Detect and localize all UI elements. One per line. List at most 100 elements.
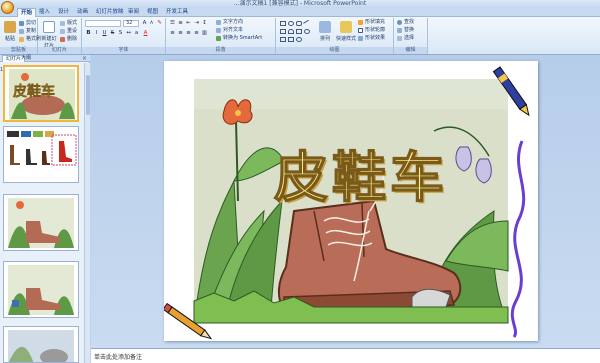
notes-pane[interactable]: 单击此处添加备注 — [91, 348, 600, 363]
reset-button[interactable]: 重设 — [60, 28, 77, 35]
arrange-icon — [319, 21, 331, 33]
shrink-font-button[interactable]: A — [148, 20, 155, 27]
ribbon-tab-bar: 开始 插入 设计 动画 幻灯片放映 审阅 视图 开发工具 — [0, 8, 600, 17]
text-direction-button[interactable]: 文字方向 — [216, 19, 243, 26]
clipboard-group-label: 剪贴板 — [0, 47, 37, 54]
tab-view[interactable]: 视图 — [144, 8, 161, 17]
tab-review[interactable]: 审阅 — [125, 8, 142, 17]
textbox-shape-icon[interactable] — [280, 29, 286, 34]
smartart-button[interactable]: 转换为 SmartArt — [216, 35, 262, 42]
underline-button[interactable]: U — [101, 30, 108, 37]
title-bar: ...演示文稿1 [兼容模式] - Microsoft PowerPoint — [0, 0, 600, 8]
new-slide-button[interactable]: 新建幻灯片 — [40, 20, 58, 49]
font-group-label: 字体 — [82, 47, 165, 54]
tab-design[interactable]: 设计 — [55, 8, 72, 17]
slides-group: 新建幻灯片 版式 重设 删除 幻灯片 — [38, 18, 82, 54]
slide-canvas[interactable]: 皮鞋车 — [164, 61, 538, 341]
clear-format-icon[interactable]: ✎ — [156, 20, 163, 27]
rectangle-shape-icon[interactable] — [280, 21, 286, 26]
window-title: ...演示文稿1 [兼容模式] - Microsoft PowerPoint — [233, 0, 367, 7]
layout-button[interactable]: 版式 — [60, 20, 77, 27]
thumbnail-4-image — [4, 262, 78, 317]
shadow-button[interactable]: S — [117, 30, 124, 37]
copy-button[interactable]: 复制 — [19, 28, 36, 35]
slide-thumbnail-5[interactable] — [3, 326, 79, 363]
align-text-button[interactable]: 对齐文本 — [216, 27, 243, 34]
panel-tabs: 幻灯片 大纲 × — [0, 55, 90, 62]
replace-button[interactable]: 替换 — [397, 27, 414, 34]
scrollbar-thumb[interactable] — [86, 75, 90, 115]
close-icon[interactable]: × — [82, 55, 87, 62]
thumbnail-2-image — [4, 127, 78, 182]
tab-insert[interactable]: 插入 — [36, 8, 53, 17]
office-button[interactable] — [1, 1, 14, 14]
fill-icon — [358, 20, 363, 25]
find-icon — [397, 20, 402, 25]
font-color-button[interactable]: A — [142, 30, 149, 37]
tab-developer[interactable]: 开发工具 — [163, 8, 191, 17]
outline-icon — [358, 28, 363, 33]
shape-outline-button[interactable]: 形状轮廓 — [358, 27, 385, 34]
quick-styles-button[interactable]: 快速样式 — [336, 20, 356, 46]
shape-fill-button[interactable]: 形状填充 — [358, 19, 385, 26]
delete-slide-button[interactable]: 删除 — [60, 36, 77, 43]
select-button[interactable]: 选择 — [397, 35, 414, 42]
bullets-button[interactable]: ☰ — [169, 20, 176, 27]
numbering-button[interactable]: ≡ — [177, 20, 184, 27]
editing-group-label: 编辑 — [394, 47, 427, 54]
arrange-button[interactable]: 排列 — [316, 20, 334, 46]
paragraph-group-label: 段落 — [166, 47, 275, 54]
reset-icon — [60, 29, 65, 34]
star-shape-icon[interactable] — [304, 29, 310, 34]
increase-indent-button[interactable]: ⇥ — [193, 20, 200, 27]
paragraph-group: ☰ ≡ ⇤ ⇥ ↕ ≡ ≡ ≡ ≡ ▥ 文字方向 对齐文本 转换为 SmartA… — [166, 18, 276, 54]
decrease-indent-button[interactable]: ⇤ — [185, 20, 192, 27]
justify-button[interactable]: ≡ — [193, 30, 200, 37]
tab-outline[interactable]: 大纲 — [18, 55, 34, 62]
font-name-combo[interactable] — [85, 20, 121, 27]
callout-shape-icon[interactable] — [296, 29, 302, 34]
shape-effects-button[interactable]: 形状效果 — [358, 35, 385, 42]
strikethrough-button[interactable]: S — [109, 30, 116, 37]
slide-title[interactable]: 皮鞋车 — [236, 133, 486, 212]
align-left-button[interactable]: ≡ — [169, 30, 176, 37]
font-size-combo[interactable]: 32 — [123, 20, 139, 27]
tab-home[interactable]: 开始 — [17, 8, 37, 17]
slide-thumbnail-1[interactable]: 皮鞋车 — [3, 65, 79, 122]
paste-icon — [4, 21, 16, 33]
bold-button[interactable]: B — [85, 30, 92, 37]
line-spacing-button[interactable]: ↕ — [201, 20, 208, 27]
text-direction-icon — [216, 20, 221, 25]
char-spacing-button[interactable]: ↔ — [125, 30, 132, 37]
slide-thumbnail-2[interactable] — [3, 126, 79, 183]
columns-button[interactable]: ▥ — [201, 30, 208, 37]
smiley-shape-icon[interactable] — [296, 37, 302, 42]
copy-icon — [19, 29, 24, 34]
thumbnail-scrollbar[interactable] — [84, 63, 90, 363]
paste-button[interactable]: 粘贴 — [2, 20, 18, 46]
notes-placeholder: 单击此处添加备注 — [94, 354, 143, 361]
line-shape-icon[interactable] — [303, 19, 311, 28]
tab-slideshow[interactable]: 幻灯片放映 — [93, 8, 127, 17]
find-button[interactable]: 查找 — [397, 19, 414, 26]
align-center-button[interactable]: ≡ — [177, 30, 184, 37]
effects-icon — [358, 36, 363, 41]
change-case-button[interactable]: a — [133, 30, 140, 37]
cut-button[interactable]: 剪切 — [19, 20, 36, 27]
slide-thumbnail-4[interactable] — [3, 261, 79, 318]
rounded-rect-shape-icon[interactable] — [296, 21, 302, 26]
brace-shape-icon[interactable] — [288, 37, 294, 42]
delete-icon — [60, 37, 65, 42]
font-group: 32 A A ✎ B I U S S ↔ a A 字体 — [82, 18, 166, 54]
tab-animations[interactable]: 动画 — [74, 8, 91, 17]
arc-shape-icon[interactable] — [288, 29, 294, 34]
oval-shape-icon[interactable] — [288, 21, 294, 26]
quick-styles-icon — [340, 21, 352, 33]
grow-font-button[interactable]: A — [141, 20, 148, 27]
drawing-group: 排列 快速样式 形状填充 形状轮廓 形状效果 绘图 — [276, 18, 394, 54]
italic-button[interactable]: I — [93, 30, 100, 37]
arrow-shape-icon[interactable] — [280, 37, 286, 42]
align-right-button[interactable]: ≡ — [185, 30, 192, 37]
slides-group-label: 幻灯片 — [38, 47, 81, 54]
slide-thumbnail-3[interactable] — [3, 194, 79, 251]
